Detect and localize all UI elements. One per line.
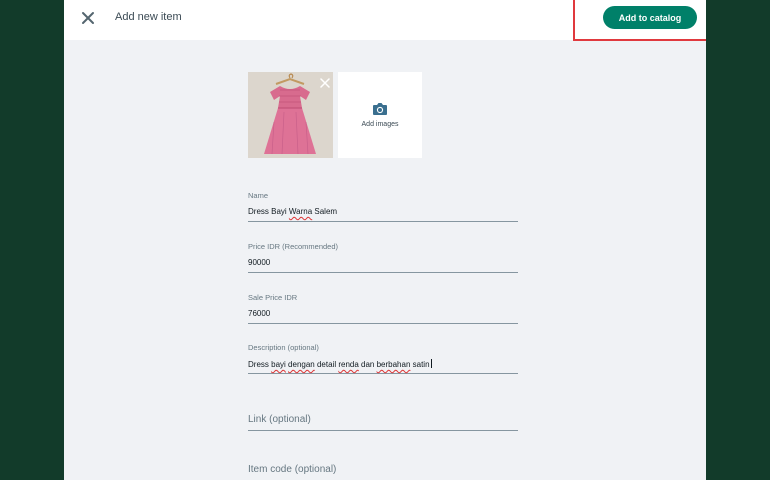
text-caret (430, 359, 432, 368)
price-value[interactable]: 90000 (248, 258, 518, 268)
description-field[interactable]: Description (optional) Dress bayi dengan… (248, 343, 518, 374)
add-item-panel: Add new item Add to catalog Add images N… (64, 0, 706, 480)
name-field[interactable]: Name Dress Bayi Warna Salem (248, 191, 518, 222)
close-icon (82, 12, 94, 24)
name-underline (248, 221, 518, 222)
product-image-thumbnail (248, 72, 333, 158)
name-label: Name (248, 191, 269, 200)
add-images-button[interactable]: Add images (338, 72, 422, 158)
description-label: Description (optional) (248, 343, 319, 352)
remove-image-button[interactable] (320, 75, 330, 88)
link-input[interactable] (248, 414, 518, 425)
add-images-label: Add images (361, 121, 399, 128)
item-code-input[interactable] (248, 464, 518, 475)
sale-price-value[interactable]: 76000 (248, 309, 518, 319)
price-underline (248, 272, 518, 273)
link-field[interactable] (248, 409, 518, 431)
link-underline (248, 430, 518, 431)
price-field[interactable]: Price IDR (Recommended) 90000 (248, 242, 518, 273)
add-to-catalog-button[interactable]: Add to catalog (603, 6, 697, 29)
description-underline (248, 373, 518, 374)
item-code-field[interactable] (248, 459, 518, 480)
page-title: Add new item (115, 11, 182, 23)
header: Add new item Add to catalog (64, 0, 706, 41)
sale-price-label: Sale Price IDR (248, 293, 298, 302)
close-icon (320, 78, 330, 88)
description-value[interactable]: Dress bayi dengan detail renda dan berba… (248, 359, 518, 369)
sale-price-field[interactable]: Sale Price IDR 76000 (248, 293, 518, 324)
camera-icon (373, 103, 387, 115)
close-button[interactable] (78, 8, 98, 28)
name-value[interactable]: Dress Bayi Warna Salem (248, 207, 518, 217)
sale-price-underline (248, 323, 518, 324)
price-label: Price IDR (Recommended) (248, 242, 339, 251)
